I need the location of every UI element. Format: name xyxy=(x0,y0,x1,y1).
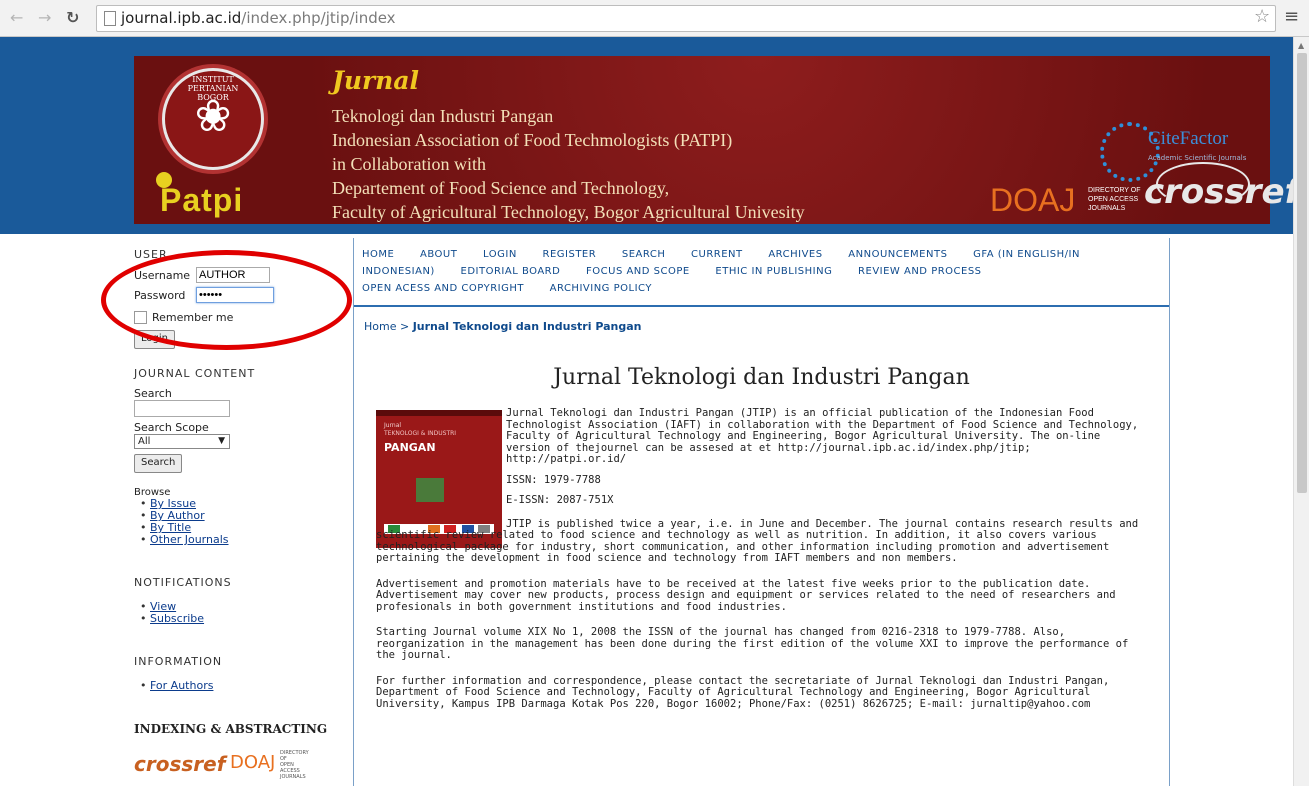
indexing-logos: crossref DOAJ DIRECTORY OF OPEN ACCESS J… xyxy=(134,748,314,780)
for-authors-link[interactable]: For Authors xyxy=(150,679,213,692)
breadcrumb-current[interactable]: Jurnal Teknologi dan Industri Pangan xyxy=(413,320,642,333)
nav-focus-scope[interactable]: FOCUS AND SCOPE xyxy=(586,266,690,277)
crest-emblem-icon: ❀ xyxy=(194,91,232,142)
indexing-title: INDEXING & ABSTRACTING xyxy=(134,722,328,736)
crossref-logo: crossref xyxy=(1144,172,1293,212)
journal-content-title: JOURNAL CONTENT xyxy=(134,367,256,380)
breadcrumb: Home > Jurnal Teknologi dan Industri Pan… xyxy=(364,320,642,333)
paragraph-issn-change: Starting Journal volume XIX No 1, 2008 t… xyxy=(376,626,1129,661)
reload-icon[interactable]: ↻ xyxy=(66,9,79,27)
nav-search[interactable]: SEARCH xyxy=(622,249,665,260)
forward-icon[interactable]: → xyxy=(38,9,51,27)
notifications-list: View Subscribe xyxy=(136,601,334,626)
nav-open-access[interactable]: OPEN ACESS AND COPYRIGHT xyxy=(362,283,524,294)
search-button[interactable]: Search xyxy=(134,454,183,473)
eissn-text: E-ISSN: 2087-751X xyxy=(506,494,614,506)
banner-line: Faculty of Agricultural Technology, Bogo… xyxy=(332,202,805,222)
nav-announcements[interactable]: ANNOUNCEMENTS xyxy=(848,249,947,260)
ipb-crest-logo: INSTITUT PERTANIAN BOGOR ❀ xyxy=(162,68,264,170)
paragraph-advertisement: Advertisement and promotion materials ha… xyxy=(376,577,1116,613)
paragraph-publication: JTIP is published twice a year, i.e. in … xyxy=(376,517,1139,564)
search-label: Search xyxy=(134,387,172,400)
nav-ethic[interactable]: ETHIC IN PUBLISHING xyxy=(715,266,832,277)
browse-list: By Issue By Author By Title Other Journa… xyxy=(136,498,334,547)
crossref-small-logo: crossref xyxy=(134,752,226,776)
nav-home[interactable]: HOME xyxy=(362,249,394,260)
banner-line: Indonesian Association of Food Techmolog… xyxy=(332,130,733,150)
notifications-title: NOTIFICATIONS xyxy=(134,576,232,589)
url-text: journal.ipb.ac.id/index.php/jtip/index xyxy=(121,9,396,27)
breadcrumb-home[interactable]: Home xyxy=(364,320,396,333)
chevron-down-icon: ▼ xyxy=(218,436,225,446)
search-scope-select[interactable]: All ▼ xyxy=(134,434,230,449)
issn-text: ISSN: 1979-7788 xyxy=(506,473,601,486)
scroll-up-icon[interactable]: ▲ xyxy=(1298,41,1304,50)
doaj-small-subtitle: DIRECTORY OF OPEN ACCESS JOURNALS xyxy=(280,750,309,780)
nav-archives[interactable]: ARCHIVES xyxy=(768,249,822,260)
search-scope-label: Search Scope xyxy=(134,421,209,434)
nav-about[interactable]: ABOUT xyxy=(420,249,457,260)
nav-login[interactable]: LOGIN xyxy=(483,249,517,260)
address-bar[interactable]: journal.ipb.ac.id/index.php/jtip/index xyxy=(96,5,1276,32)
patpi-logo: Patpi xyxy=(160,182,244,218)
banner-title: Jurnal xyxy=(332,66,420,95)
doaj-logo: DOAJ xyxy=(990,182,1076,218)
banner-line: in Collaboration with xyxy=(332,154,486,174)
nav-editorial-board[interactable]: EDITORIAL BOARD xyxy=(461,266,561,277)
page-title: Jurnal Teknologi dan Industri Pangan xyxy=(553,365,970,390)
page-icon xyxy=(104,11,116,26)
information-title: INFORMATION xyxy=(134,655,223,668)
browser-toolbar: ← → ↻ journal.ipb.ac.id/index.php/jtip/i… xyxy=(0,0,1309,37)
nav-register[interactable]: REGISTER xyxy=(543,249,597,260)
nav-archiving-policy[interactable]: ARCHIVING POLICY xyxy=(550,283,652,294)
nav-divider xyxy=(354,305,1169,307)
nav-current[interactable]: CURRENT xyxy=(691,249,743,260)
highlight-oval xyxy=(101,250,352,350)
paragraph-contact: For further information and corresponden… xyxy=(376,674,1110,710)
intro-paragraph: Jurnal Teknologi dan Industri Pangan (JT… xyxy=(506,407,1139,465)
other-journals-link[interactable]: Other Journals xyxy=(150,533,229,546)
information-list: For Authors xyxy=(136,679,334,693)
search-input[interactable] xyxy=(134,400,230,417)
banner-line: Teknologi dan Industri Pangan xyxy=(332,106,554,126)
back-icon[interactable]: ← xyxy=(10,9,23,27)
banner-lines: Teknologi dan Industri Pangan Indonesian… xyxy=(332,104,982,224)
doaj-subtitle: DIRECTORY OF OPEN ACCESS JOURNALS xyxy=(1088,187,1141,212)
header-banner: INSTITUT PERTANIAN BOGOR ❀ Patpi Jurnal … xyxy=(134,56,1293,224)
journal-description: Jurnal Teknologi dan Industri Pangan (JT… xyxy=(376,407,1146,719)
banner-line: Departement of Food Science and Technolo… xyxy=(332,178,670,198)
scrollbar-thumb[interactable] xyxy=(1297,53,1307,493)
nav-review-process[interactable]: REVIEW AND PROCESS xyxy=(858,266,982,277)
notifications-subscribe-link[interactable]: Subscribe xyxy=(150,612,204,625)
top-nav: HOME ABOUT LOGIN REGISTER SEARCH CURRENT… xyxy=(362,246,1162,297)
doaj-small-logo: DOAJ xyxy=(230,752,276,773)
main-content: HOME ABOUT LOGIN REGISTER SEARCH CURRENT… xyxy=(353,238,1170,786)
page-scrollbar[interactable]: ▲ xyxy=(1293,37,1309,786)
bookmark-star-icon[interactable]: ☆ xyxy=(1254,6,1270,27)
menu-icon[interactable]: ≡ xyxy=(1284,6,1299,27)
